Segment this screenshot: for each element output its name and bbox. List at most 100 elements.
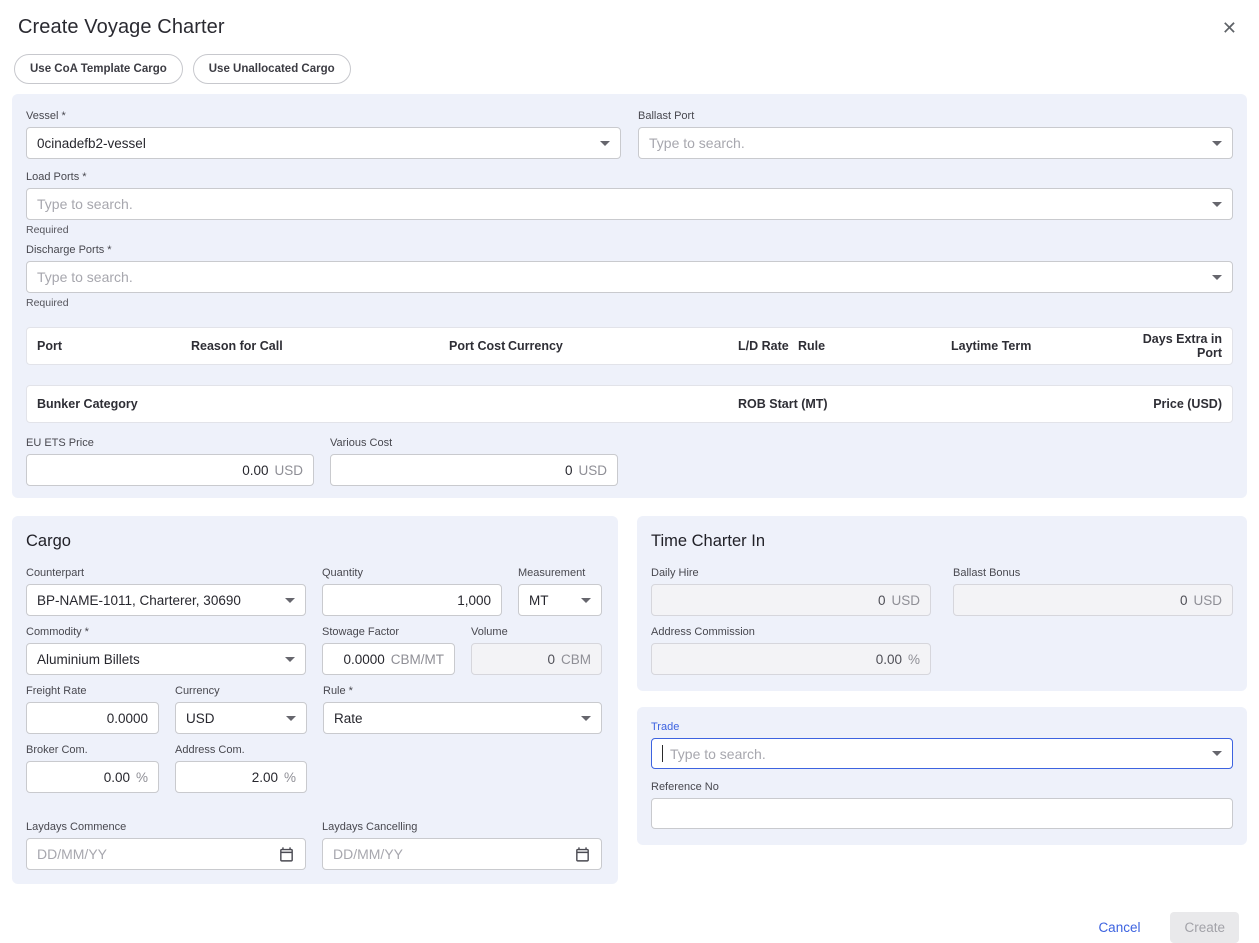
eu-ets-price-field: EU ETS Price 0.00 USD (26, 437, 314, 486)
rule-select[interactable]: Rate (323, 702, 602, 734)
cargo-source-chips: Use CoA Template Cargo Use Unallocated C… (14, 54, 1247, 84)
use-unallocated-cargo-button[interactable]: Use Unallocated Cargo (193, 54, 351, 84)
column-header-rule: Rule (798, 339, 951, 353)
laydays-commence-input[interactable]: DD/MM/YY (26, 838, 306, 870)
extra-costs-row: EU ETS Price 0.00 USD Various Cost 0 USD (26, 437, 1233, 486)
currency-select[interactable]: USD (175, 702, 307, 734)
commodity-select[interactable]: Aluminium Billets (26, 643, 306, 675)
dialog-header: Create Voyage Charter ✕ (12, 16, 1247, 40)
broker-com-field: Broker Com. 0.00 % (26, 744, 159, 793)
various-cost-input[interactable]: 0 USD (330, 454, 618, 486)
trade-placeholder: Type to search. (670, 746, 766, 762)
chevron-down-icon (581, 716, 591, 721)
create-voyage-charter-dialog: Create Voyage Charter ✕ Use CoA Template… (0, 0, 1259, 926)
voyage-details-panel: Vessel * 0cinadefb2-vessel Ballast Port … (12, 94, 1247, 498)
chevron-down-icon (286, 716, 296, 721)
address-commission-field: Address Commission 0.00 % (651, 626, 931, 675)
calendar-icon[interactable] (278, 846, 295, 863)
page-title: Create Voyage Charter (18, 16, 225, 39)
daily-hire-input: 0 USD (651, 584, 931, 616)
create-button[interactable]: Create (1170, 912, 1239, 943)
trade-field: Trade Type to search. (651, 721, 1233, 769)
laydays-cancelling-label: Laydays Cancelling (322, 821, 602, 833)
chevron-down-icon (1212, 141, 1222, 146)
column-header-ld-rate: L/D Rate (738, 339, 798, 353)
ballast-bonus-input: 0 USD (953, 584, 1233, 616)
cargo-panel: Cargo Counterpart BP-NAME-1011, Chartere… (12, 516, 618, 884)
stowage-factor-field: Stowage Factor 0.0000 CBM/MT (322, 626, 455, 675)
daily-hire-label: Daily Hire (651, 567, 931, 579)
currency-value: USD (186, 711, 215, 726)
cancel-button[interactable]: Cancel (1098, 920, 1140, 935)
chevron-down-icon (285, 657, 295, 662)
laydays-commence-placeholder: DD/MM/YY (37, 846, 107, 862)
daily-hire-unit: USD (891, 593, 920, 608)
commodity-value: Aluminium Billets (37, 652, 140, 667)
trade-input[interactable]: Type to search. (651, 738, 1233, 769)
freight-rate-input[interactable]: 0.0000 (26, 702, 159, 734)
counterpart-select[interactable]: BP-NAME-1011, Charterer, 30690 (26, 584, 306, 616)
address-com-input[interactable]: 2.00 % (175, 761, 307, 793)
column-header-port-cost: Port Cost (449, 339, 508, 353)
address-com-unit: % (284, 770, 296, 785)
volume-value: 0 (547, 652, 555, 667)
close-icon[interactable]: ✕ (1218, 16, 1241, 40)
stowage-factor-value: 0.0000 (343, 652, 384, 667)
stowage-factor-input[interactable]: 0.0000 CBM/MT (322, 643, 455, 675)
volume-input: 0 CBM (471, 643, 602, 675)
lower-panels: Cargo Counterpart BP-NAME-1011, Chartere… (12, 516, 1247, 884)
right-column: Time Charter In Daily Hire 0 USD Ballast… (637, 516, 1247, 884)
eu-ets-price-input[interactable]: 0.00 USD (26, 454, 314, 486)
vessel-field: Vessel * 0cinadefb2-vessel (26, 110, 621, 159)
daily-hire-field: Daily Hire 0 USD (651, 567, 931, 616)
address-commission-unit: % (908, 652, 920, 667)
chevron-down-icon (600, 141, 610, 146)
trade-label: Trade (651, 721, 1233, 733)
time-charter-in-title: Time Charter In (651, 532, 1233, 551)
load-ports-input[interactable]: Type to search. (26, 188, 1233, 220)
column-header-days-extra-in-port: Days Extra in Port (1121, 332, 1222, 360)
ballast-bonus-label: Ballast Bonus (953, 567, 1233, 579)
measurement-value: MT (529, 593, 549, 608)
calendar-icon[interactable] (574, 846, 591, 863)
ballast-port-input[interactable]: Type to search. (638, 127, 1233, 159)
discharge-ports-placeholder: Type to search. (37, 269, 133, 285)
reference-no-input[interactable] (651, 798, 1233, 829)
quantity-input[interactable]: 1,000 (322, 584, 502, 616)
discharge-ports-required-helper: Required (26, 297, 1233, 309)
use-coa-template-cargo-button[interactable]: Use CoA Template Cargo (14, 54, 183, 84)
chevron-down-icon (581, 598, 591, 603)
broker-com-input[interactable]: 0.00 % (26, 761, 159, 793)
daily-hire-value: 0 (878, 593, 886, 608)
ballast-bonus-field: Ballast Bonus 0 USD (953, 567, 1233, 616)
quantity-value: 1,000 (457, 593, 491, 608)
ballast-bonus-unit: USD (1193, 593, 1222, 608)
column-header-port: Port (37, 339, 191, 353)
reference-no-field: Reference No (651, 781, 1233, 829)
column-header-bunker-category: Bunker Category (37, 397, 738, 411)
commodity-field: Commodity * Aluminium Billets (26, 626, 306, 675)
cargo-title: Cargo (26, 532, 604, 551)
vessel-label: Vessel * (26, 110, 621, 122)
vessel-select[interactable]: 0cinadefb2-vessel (26, 127, 621, 159)
eu-ets-price-label: EU ETS Price (26, 437, 314, 449)
laydays-cancelling-field: Laydays Cancelling DD/MM/YY (322, 821, 602, 870)
chevron-down-icon (1212, 751, 1222, 756)
laydays-cancelling-input[interactable]: DD/MM/YY (322, 838, 602, 870)
ports-table-header: Port Reason for Call Port Cost Currency … (26, 327, 1233, 365)
various-cost-field: Various Cost 0 USD (330, 437, 618, 486)
laydays-cancelling-placeholder: DD/MM/YY (333, 846, 403, 862)
address-commission-input: 0.00 % (651, 643, 931, 675)
broker-com-value: 0.00 (104, 770, 130, 785)
load-ports-label: Load Ports * (26, 171, 1233, 183)
stowage-factor-label: Stowage Factor (322, 626, 455, 638)
volume-field: Volume 0 CBM (471, 626, 602, 675)
discharge-ports-input[interactable]: Type to search. (26, 261, 1233, 293)
reference-no-label: Reference No (651, 781, 1233, 793)
eu-ets-price-value: 0.00 (242, 463, 268, 478)
various-cost-unit: USD (578, 463, 607, 478)
measurement-select[interactable]: MT (518, 584, 602, 616)
volume-label: Volume (471, 626, 602, 638)
bunkers-table-header: Bunker Category ROB Start (MT) Price (US… (26, 385, 1233, 423)
trade-panel: Trade Type to search. Reference No (637, 707, 1247, 845)
